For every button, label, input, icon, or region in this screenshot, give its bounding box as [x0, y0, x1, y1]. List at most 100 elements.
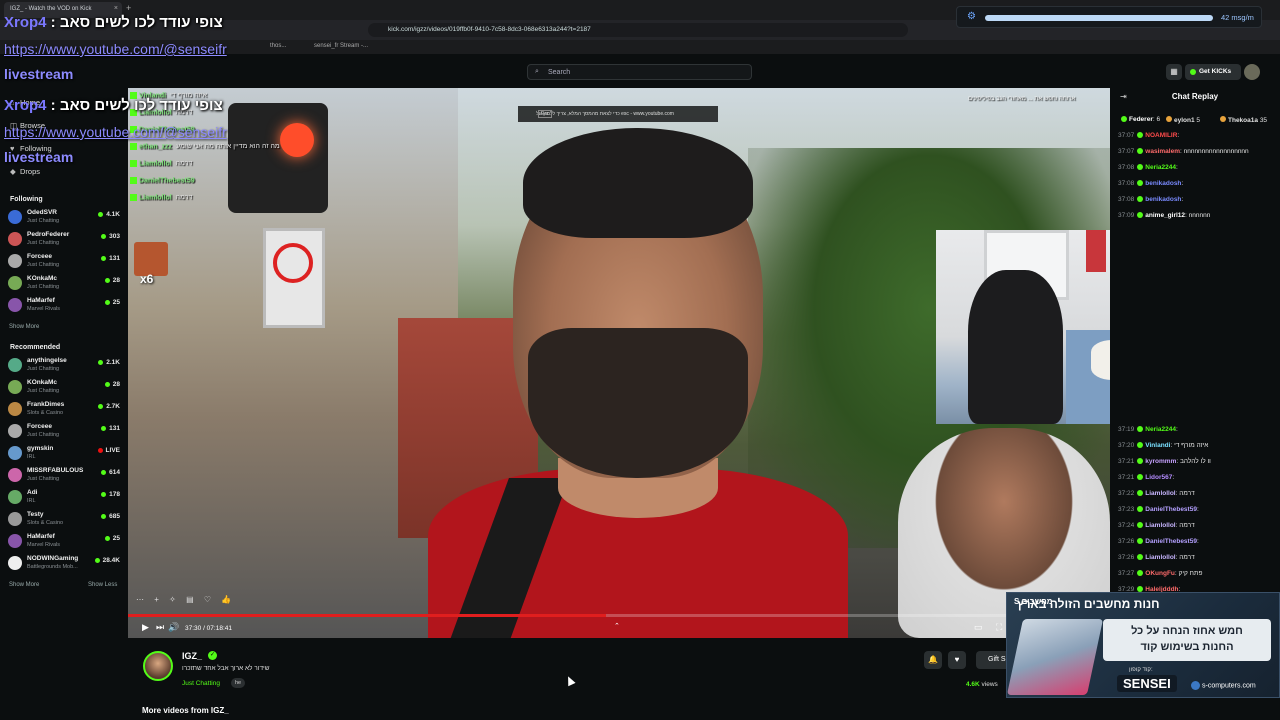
chat-username: DanielThebest59 — [1145, 538, 1197, 545]
sparkle-icon[interactable]: ✧ — [169, 595, 176, 604]
chat-username: Liamlollol — [1145, 522, 1176, 529]
grid-icon[interactable]: ▦ — [1166, 64, 1182, 80]
show-more-following[interactable]: Show More — [9, 324, 39, 330]
chat-title: Chat Replay — [1171, 92, 1219, 101]
viewer-count: 131 — [101, 255, 120, 262]
badge-icon — [1137, 506, 1144, 513]
channel-row[interactable]: OdedSVR Just Chatting 4.1K — [8, 208, 120, 230]
video-chat-text: דרמה — [175, 194, 193, 202]
channel-row[interactable]: FrankDimes Slots & Casino 2.7K — [8, 400, 120, 422]
badge-icon — [130, 160, 137, 167]
chevron-up-icon[interactable]: ⌃ — [614, 622, 620, 630]
channel-row[interactable]: MISSRFABULOUS Just Chatting 614 — [8, 466, 120, 488]
drops-icon: ◆ — [10, 167, 16, 176]
chat-username: Liamlollol — [1145, 554, 1176, 561]
viewer-count: 178 — [101, 491, 120, 498]
badge-icon — [1137, 180, 1144, 187]
sponsor-ad[interactable]: חנות מחשבים הזולה בארץ חמש אחוז הנחה על … — [1006, 592, 1280, 698]
badge-icon — [1137, 474, 1144, 481]
channel-name: PedroFederer — [27, 231, 70, 238]
thumbs-up-icon[interactable]: 👍 — [221, 595, 231, 604]
video-chat-line: ethan_zzz מה זה הוא מדיין אותה מה אני שומ… — [130, 143, 280, 150]
channel-row[interactable]: HaMarfef Marvel Rivals 25 — [8, 296, 120, 318]
chat-text: דרמה — [1179, 554, 1195, 561]
channel-avatar[interactable] — [143, 651, 173, 681]
emote-count: x6 — [140, 272, 154, 286]
view-count: 4.6K views — [966, 681, 998, 688]
notification-bell-button[interactable]: 🔔 — [924, 651, 942, 669]
badge-icon — [1137, 132, 1144, 139]
channel-row[interactable]: Adi IRL 178 — [8, 488, 120, 510]
chat-message: 37:21 Lidor567: — [1118, 474, 1174, 481]
channel-row[interactable]: HaMarfef Marvel Rivals 25 — [8, 532, 120, 554]
channel-avatar — [8, 210, 22, 224]
more-videos-heading: More videos from IGZ_ — [142, 706, 229, 715]
heart-icon[interactable]: ♡ — [204, 595, 211, 604]
chat-message: 37:08 benikadosh: — [1118, 180, 1183, 187]
channel-avatar — [8, 446, 22, 460]
chat-message: 37:08 Neria2244: — [1118, 164, 1178, 171]
channel-name: OdedSVR — [27, 209, 57, 216]
show-more-recommended[interactable]: Show More — [9, 582, 39, 588]
channel-row[interactable]: Forceee Just Chatting 131 — [8, 252, 120, 274]
sidebar-item-drops[interactable]: ◆ Drops — [10, 167, 40, 176]
nav-label: Drops — [20, 167, 41, 176]
search-input[interactable]: ⌕ Search — [527, 64, 752, 80]
chat-timestamp: 37:27 — [1118, 570, 1135, 577]
tab-close-icon[interactable]: × — [114, 5, 118, 12]
stream-category[interactable]: Just Chatting — [182, 680, 220, 687]
channel-row[interactable]: anythingelse Just Chatting 2.1K — [8, 356, 120, 378]
new-tab-button[interactable]: + — [126, 3, 131, 13]
plus-icon[interactable]: + — [154, 595, 159, 604]
viewer-count: 303 — [101, 233, 120, 240]
more-icon[interactable]: ⋯ — [136, 595, 144, 604]
chat-number: 5 — [1196, 117, 1201, 124]
seek-bar-fill — [128, 614, 607, 617]
channel-name: NODWINGaming — [27, 555, 79, 562]
person-beard — [528, 328, 748, 478]
skip-icon[interactable]: ⏭ — [156, 622, 164, 633]
chat-text: nnnnnnnnnnnnnnnnnn — [1183, 148, 1249, 155]
bookmark-item[interactable]: thos... — [270, 43, 286, 49]
chat-username: OKungFu — [1145, 570, 1175, 577]
theater-icon[interactable]: ▭ — [974, 622, 983, 633]
channel-row[interactable]: NODWINGaming Battlegrounds Mob... 28.4K — [8, 554, 120, 576]
user-avatar[interactable] — [1244, 64, 1260, 80]
badge-icon — [1121, 116, 1127, 123]
fullscreen-icon[interactable]: ⛶ — [996, 622, 1002, 633]
channel-row[interactable]: Forceee Just Chatting 131 — [8, 422, 120, 444]
channel-name[interactable]: IGZ_ — [182, 651, 202, 661]
bookmark-item[interactable]: sensei_fr Stream -... — [314, 43, 368, 49]
viewer-count: 614 — [101, 469, 120, 476]
chat-timestamp: 37:19 — [1118, 426, 1135, 433]
chat-username: Vinlandi — [1145, 442, 1171, 449]
channel-category: Just Chatting — [27, 262, 60, 268]
viewer-count: 131 — [101, 425, 120, 432]
chat-timestamp: 37:22 — [1118, 490, 1135, 497]
video-chat-line: Liamlollol דרמה — [130, 194, 192, 201]
ad-website: s-computers.com — [1191, 681, 1256, 690]
channel-row[interactable]: KOnkaMc Just Chatting 28 — [8, 378, 120, 400]
chat-icon[interactable]: ▤ — [186, 595, 194, 604]
viewer-count: 2.7K — [98, 403, 120, 410]
chat-username: Lidor567 — [1145, 474, 1173, 481]
channel-row[interactable]: gymskin IRL LIVE — [8, 444, 120, 466]
volume-icon[interactable]: 🔊 — [168, 622, 179, 633]
gear-icon[interactable]: ⚙ — [967, 11, 976, 22]
language-tag[interactable]: he — [231, 678, 246, 688]
chat-text: דרמה — [1179, 522, 1195, 529]
channel-row[interactable]: Testy Slots & Casino 685 — [8, 510, 120, 532]
recommended-heading: Recommended — [10, 344, 61, 351]
channel-row[interactable]: KOnkaMc Just Chatting 28 — [8, 274, 120, 296]
channel-row[interactable]: PedroFederer Just Chatting 303 — [8, 230, 120, 252]
channel-name: FrankDimes — [27, 401, 65, 408]
follow-heart-button[interactable]: ♥ — [948, 651, 966, 669]
play-icon[interactable]: ▶ — [142, 622, 149, 633]
channel-name: Forceee — [27, 423, 52, 430]
badge-icon — [1137, 570, 1144, 577]
url-field[interactable]: kick.com/igzz/videos/019ffb0f-9410-7c58-… — [368, 23, 908, 37]
badge-icon — [1137, 148, 1144, 155]
search-icon: ⌕ — [535, 68, 539, 75]
get-kicks-button[interactable]: Get KICKs — [1185, 64, 1241, 80]
show-less-recommended[interactable]: Show Less — [88, 582, 117, 588]
